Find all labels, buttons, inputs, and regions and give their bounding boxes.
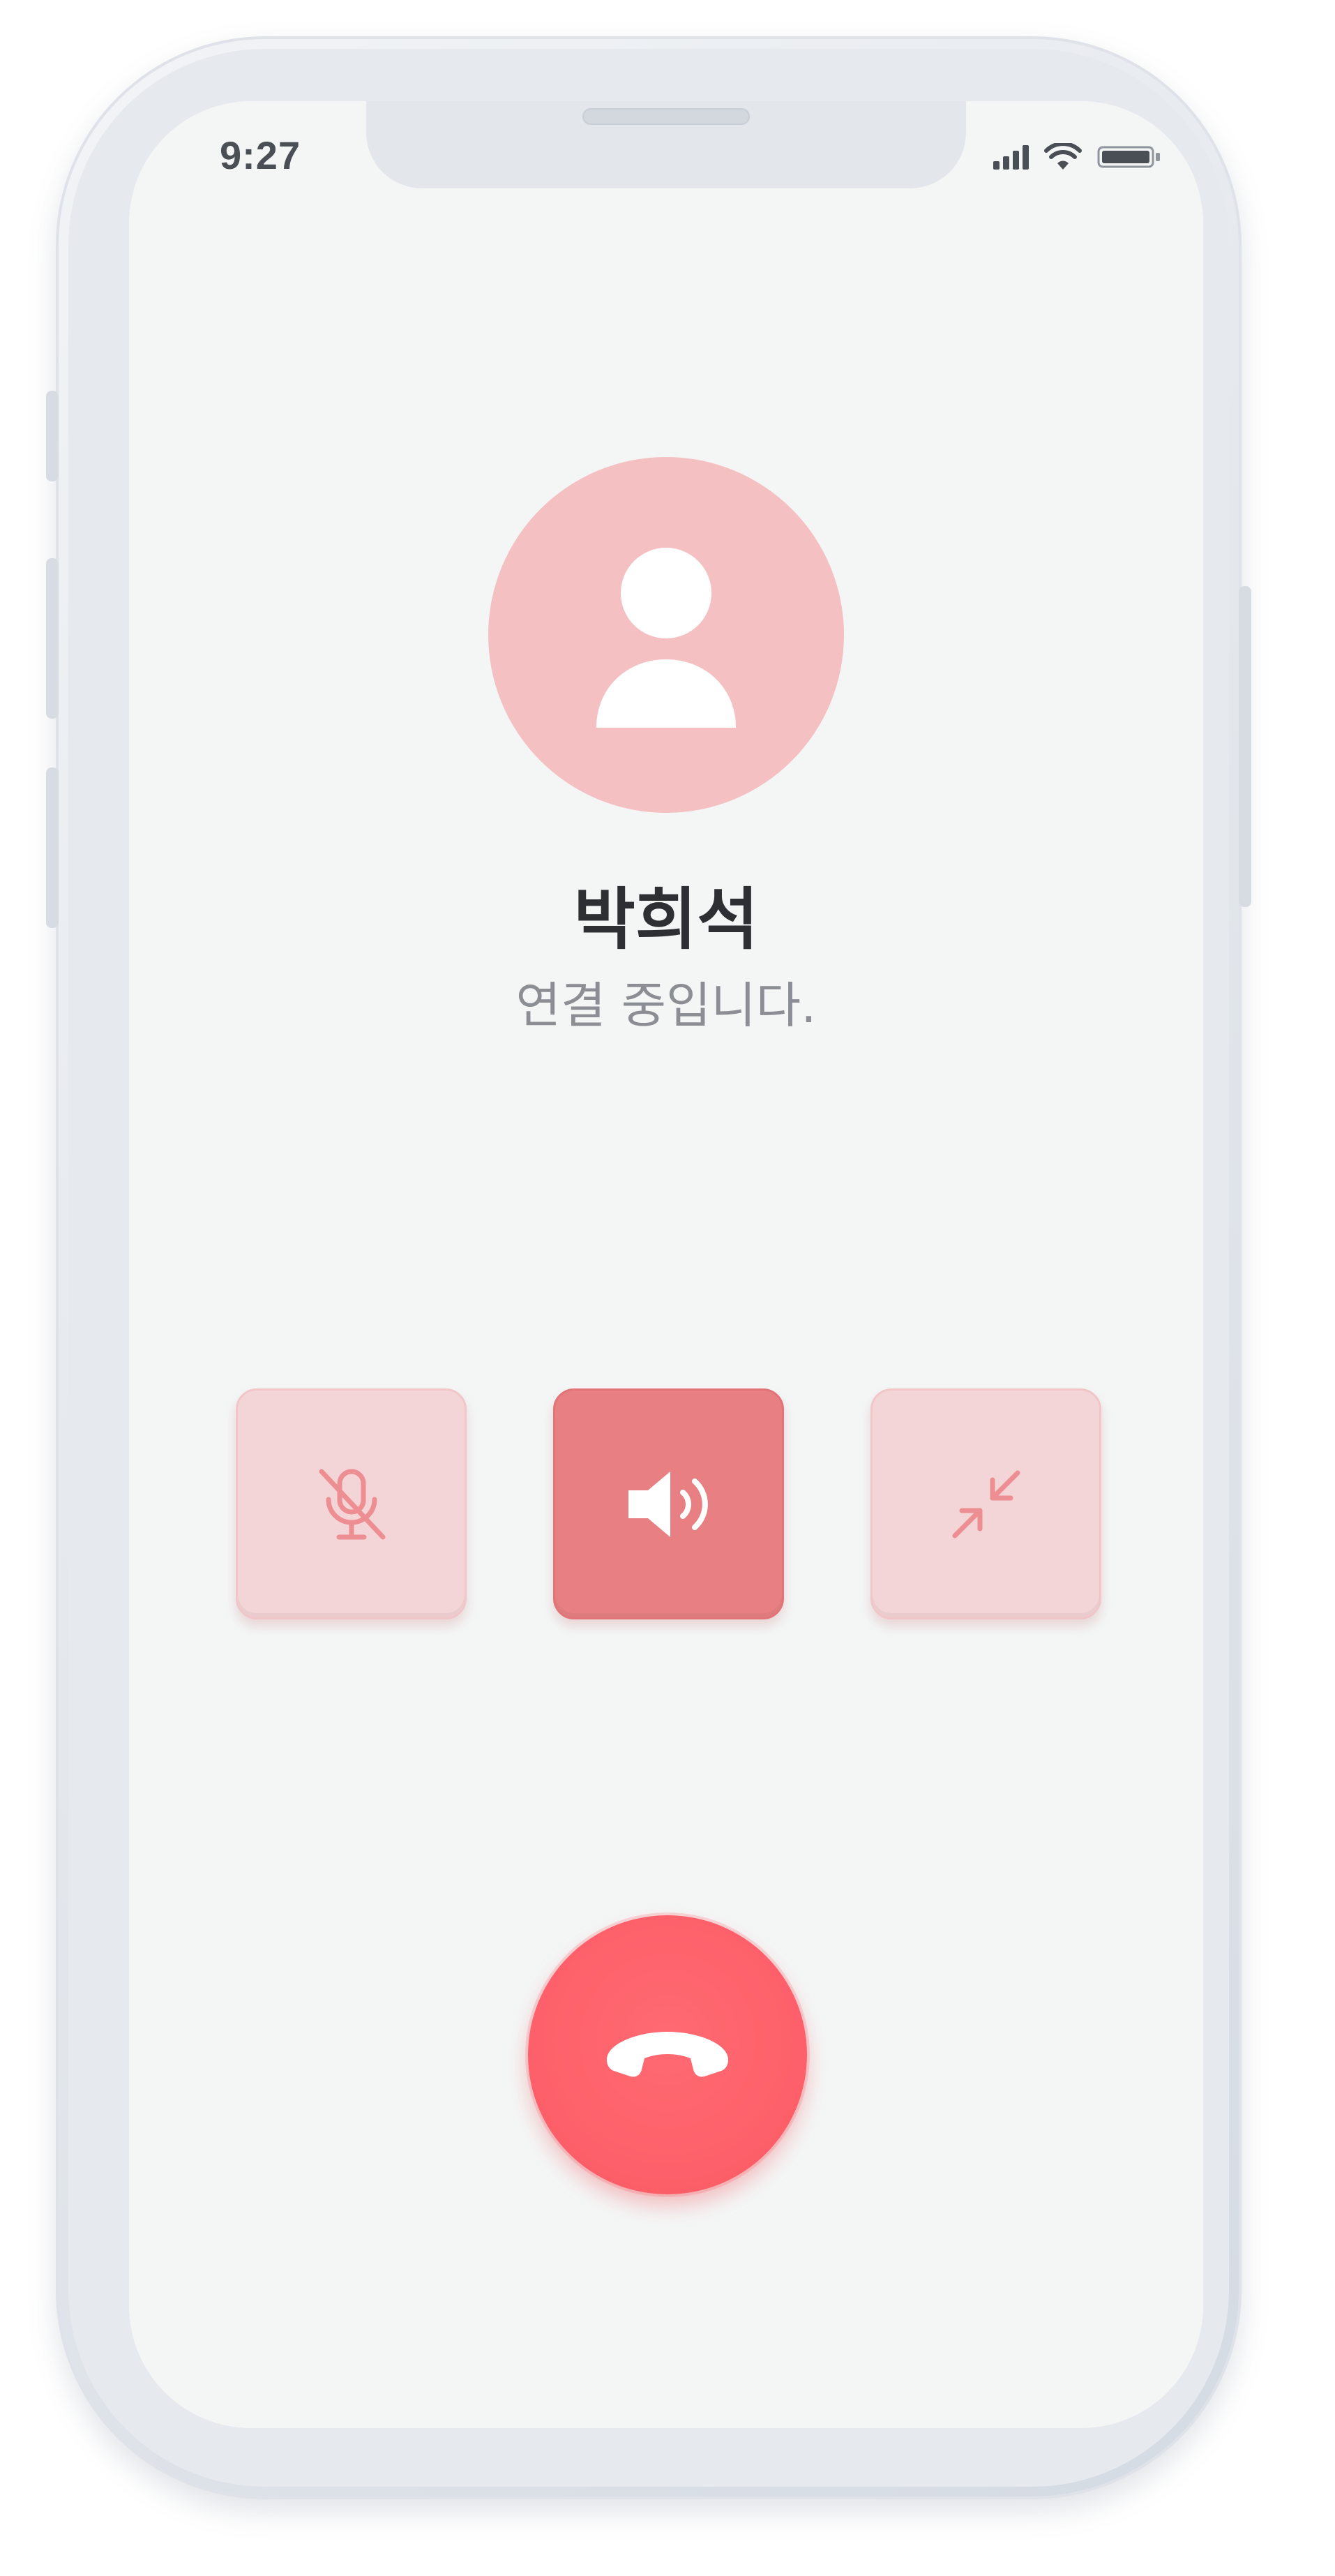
- speaker-button[interactable]: [553, 1388, 784, 1619]
- person-icon: [596, 548, 736, 728]
- notch: [366, 101, 966, 188]
- status-time: 9:27: [220, 133, 301, 177]
- caller-avatar: [488, 457, 844, 813]
- power-button: [1239, 586, 1251, 907]
- call-screen: 9:27 박희석 연결 중입니다.: [129, 101, 1203, 2428]
- minimize-icon: [952, 1470, 1020, 1538]
- minimize-button[interactable]: [870, 1388, 1101, 1619]
- silent-switch: [46, 391, 59, 481]
- app-canvas: 9:27 박희석 연결 중입니다.: [0, 0, 1335, 2576]
- end-call-button[interactable]: [528, 1915, 807, 2194]
- mic-off-icon: [319, 1469, 385, 1539]
- speaker-icon: [628, 1471, 708, 1537]
- earpiece-speaker: [582, 108, 750, 125]
- wifi-icon: [1044, 143, 1082, 170]
- signal-icon: [993, 144, 1029, 170]
- end-call-icon: [607, 2032, 728, 2077]
- battery-icon: [1097, 146, 1160, 168]
- volume-down-button: [46, 767, 59, 928]
- volume-up-button: [46, 558, 59, 719]
- caller-name: 박희석: [573, 881, 759, 959]
- mute-button[interactable]: [236, 1388, 467, 1619]
- call-status: 연결 중입니다.: [515, 977, 817, 1034]
- status-icons: [993, 143, 1161, 171]
